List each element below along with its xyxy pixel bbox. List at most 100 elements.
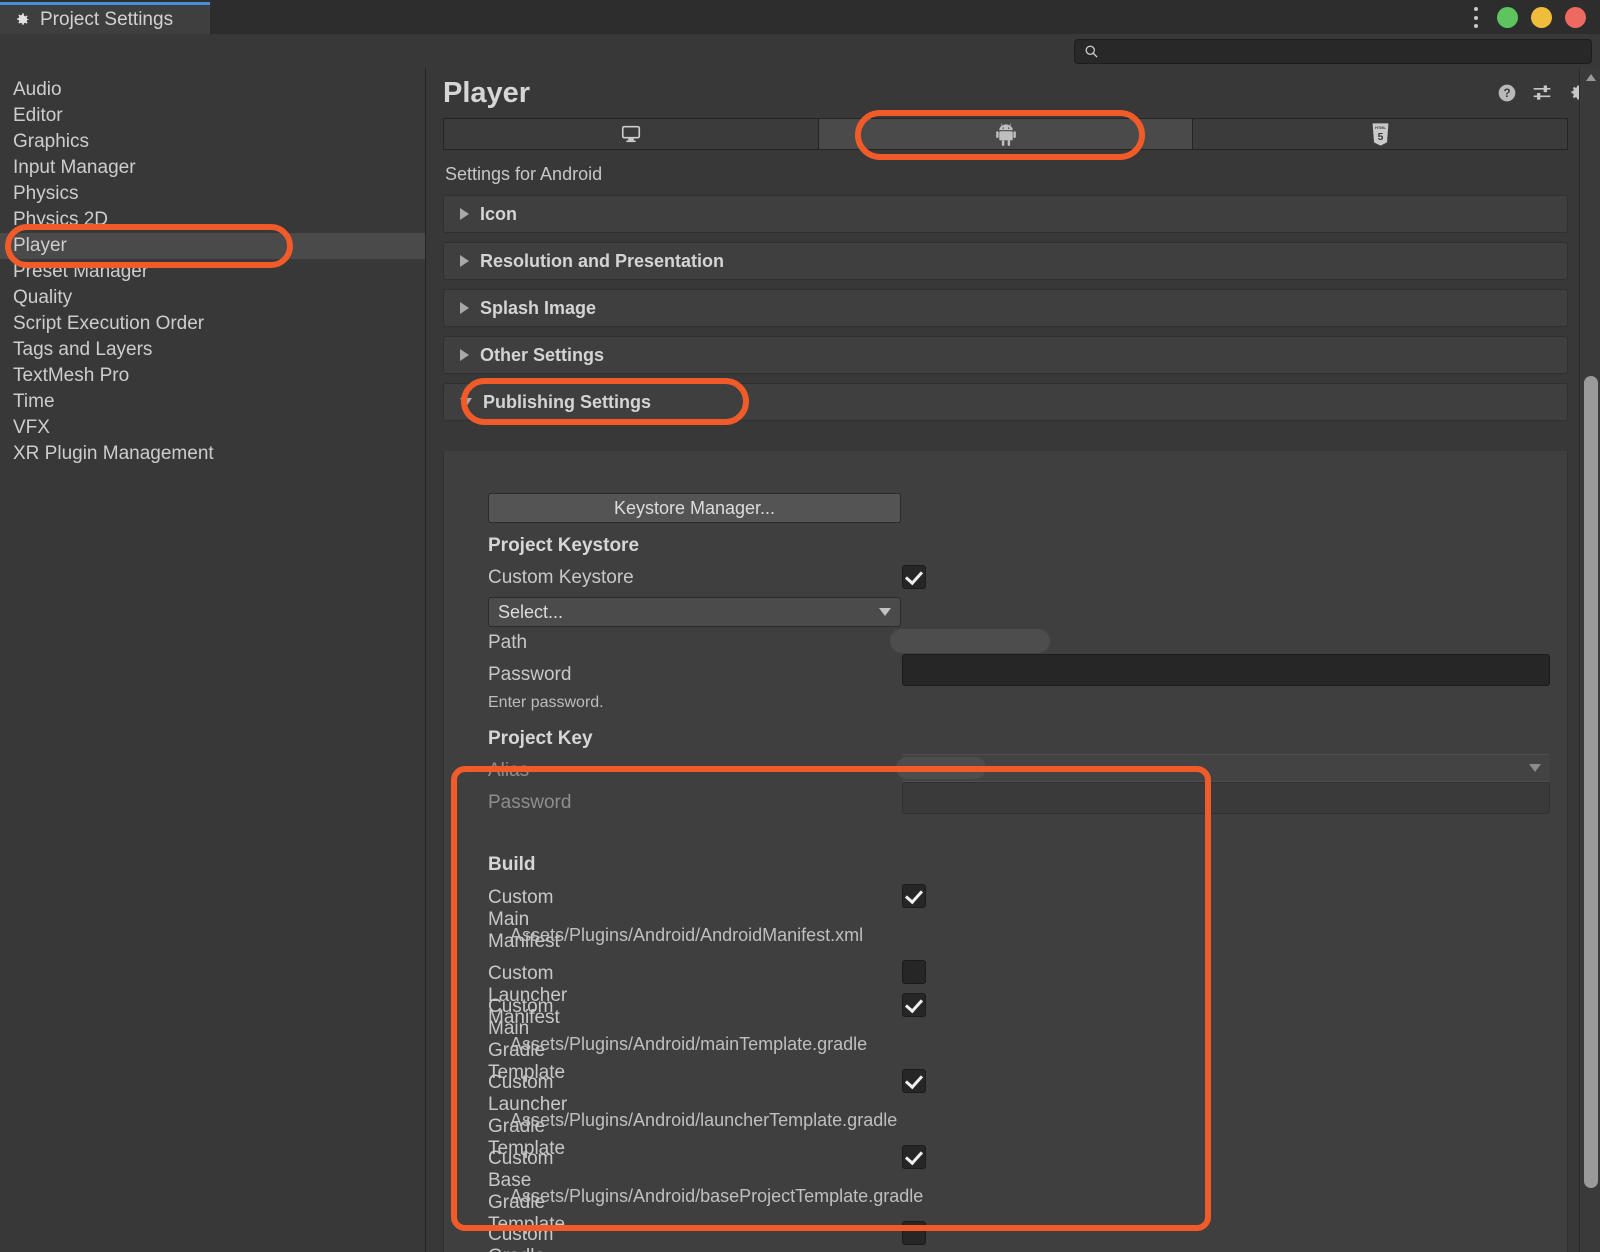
sidebar-item-xr-plugin-management[interactable]: XR Plugin Management	[0, 441, 425, 467]
window-minimize-button[interactable]	[1531, 7, 1552, 28]
key-alias-label: Alias	[488, 760, 530, 781]
sidebar-item-audio[interactable]: Audio	[0, 77, 425, 103]
window-controls	[1473, 7, 1586, 28]
custom-gradle-properties-template-label: Custom Gradle Properties Template	[488, 1224, 554, 1252]
sidebar-item-player[interactable]: Player	[0, 233, 425, 259]
key-alias-value-redacted	[896, 757, 986, 779]
sidebar-item-physics[interactable]: Physics	[0, 181, 425, 207]
sidebar-item-label: Tags and Layers	[13, 339, 153, 360]
custom-base-gradle-template-checkbox[interactable]	[902, 1145, 926, 1169]
window-close-button[interactable]	[1565, 7, 1586, 28]
chevron-down-icon	[1529, 764, 1541, 772]
platform-tab-desktop[interactable]	[444, 119, 819, 149]
settings-sidebar: Audio Editor Graphics Input Manager Phys…	[0, 68, 426, 1252]
password-hint: Enter password.	[488, 694, 604, 711]
keystore-path-label: Path	[488, 632, 528, 653]
settings-for-label: Settings for Android	[445, 164, 603, 184]
project-key-heading: Project Key	[488, 728, 593, 749]
chevron-right-icon	[460, 349, 469, 361]
keystore-select-dropdown[interactable]: Select...	[488, 597, 901, 627]
sidebar-item-vfx[interactable]: VFX	[0, 415, 425, 441]
svg-text:HTML: HTML	[1375, 124, 1387, 129]
custom-launcher-gradle-template-checkbox[interactable]	[902, 1069, 926, 1093]
custom-keystore-label: Custom Keystore	[488, 567, 634, 588]
platform-tab-html5[interactable]: 5 HTML	[1193, 119, 1568, 149]
keystore-path-value-redacted	[890, 629, 1050, 653]
sidebar-item-time[interactable]: Time	[0, 389, 425, 415]
platform-tab-bar: 5 HTML	[443, 118, 1568, 150]
keystore-select-value: Select...	[498, 601, 564, 622]
sidebar-item-input-manager[interactable]: Input Manager	[0, 155, 425, 181]
search-input[interactable]	[1106, 44, 1546, 59]
title-bar: Project Settings	[0, 0, 1600, 34]
sidebar-item-label: Editor	[13, 105, 63, 126]
foldout-icon[interactable]: Icon	[443, 195, 1568, 233]
keystore-password-field[interactable]	[902, 654, 1550, 686]
sidebar-item-editor[interactable]: Editor	[0, 103, 425, 129]
custom-base-gradle-template-path: Assets/Plugins/Android/baseProjectTempla…	[510, 1186, 924, 1206]
keystore-manager-button[interactable]: Keystore Manager...	[488, 493, 901, 523]
custom-main-gradle-template-checkbox[interactable]	[902, 993, 926, 1017]
sidebar-item-label: Input Manager	[13, 157, 136, 178]
svg-text:?: ?	[1503, 87, 1510, 100]
window-tab-label: Project Settings	[40, 8, 174, 30]
html5-icon: 5 HTML	[1372, 122, 1389, 146]
foldout-resolution-and-presentation[interactable]: Resolution and Presentation	[443, 242, 1568, 280]
window-maximize-button[interactable]	[1497, 7, 1518, 28]
foldout-label: Other Settings	[480, 344, 605, 365]
custom-main-manifest-path: Assets/Plugins/Android/AndroidManifest.x…	[510, 925, 864, 945]
more-vertical-icon[interactable]	[1473, 7, 1478, 28]
foldout-label: Splash Image	[480, 297, 597, 318]
custom-gradle-properties-template-checkbox[interactable]	[902, 1221, 926, 1245]
sidebar-item-tags-and-layers[interactable]: Tags and Layers	[0, 337, 425, 363]
sidebar-item-label: Preset Manager	[13, 261, 149, 282]
foldout-other-settings[interactable]: Other Settings	[443, 336, 1568, 374]
scroll-up-arrow-icon[interactable]	[1586, 74, 1596, 81]
window-tab-project-settings[interactable]: Project Settings	[0, 2, 210, 34]
foldout-label: Publishing Settings	[483, 391, 652, 412]
sidebar-item-label: Graphics	[13, 131, 90, 152]
keystore-password-label: Password	[488, 664, 572, 685]
sidebar-item-label: Physics	[13, 183, 79, 204]
foldout-splash-image[interactable]: Splash Image	[443, 289, 1568, 327]
sidebar-item-textmesh-pro[interactable]: TextMesh Pro	[0, 363, 425, 389]
custom-keystore-checkbox[interactable]	[902, 565, 926, 589]
chevron-right-icon	[460, 208, 469, 220]
search-icon	[1085, 45, 1098, 58]
sidebar-item-graphics[interactable]: Graphics	[0, 129, 425, 155]
sidebar-item-label: TextMesh Pro	[13, 365, 130, 386]
gear-icon	[17, 12, 29, 25]
player-settings-panel: Player ? 5 HTML Settings for Android Ico…	[427, 68, 1600, 1252]
sidebar-item-label: Time	[13, 391, 55, 412]
preset-icon[interactable]	[1531, 83, 1553, 103]
sidebar-item-label: VFX	[13, 417, 50, 438]
chevron-down-icon	[460, 397, 472, 407]
key-alias-dropdown[interactable]	[902, 754, 1550, 782]
chevron-right-icon	[460, 302, 469, 314]
custom-main-gradle-template-path: Assets/Plugins/Android/mainTemplate.grad…	[510, 1034, 868, 1054]
sidebar-item-physics-2d[interactable]: Physics 2D	[0, 207, 425, 233]
key-password-field[interactable]	[902, 782, 1550, 814]
chevron-right-icon	[460, 255, 469, 267]
publishing-settings-body: Keystore Manager... Project Keystore Cus…	[443, 451, 1568, 1252]
sidebar-item-label: Audio	[13, 79, 62, 100]
sidebar-item-quality[interactable]: Quality	[0, 285, 425, 311]
sidebar-item-label: Script Execution Order	[13, 313, 205, 334]
scrollbar-thumb[interactable]	[1584, 376, 1598, 1188]
panel-header-icons: ?	[1497, 82, 1588, 103]
custom-launcher-gradle-template-path: Assets/Plugins/Android/launcherTemplate.…	[510, 1110, 898, 1130]
sidebar-item-preset-manager[interactable]: Preset Manager	[0, 259, 425, 285]
key-password-label: Password	[488, 792, 572, 813]
project-keystore-heading: Project Keystore	[488, 535, 640, 556]
sidebar-item-script-execution-order[interactable]: Script Execution Order	[0, 311, 425, 337]
build-heading: Build	[488, 854, 536, 875]
vertical-scrollbar[interactable]	[1579, 68, 1600, 1252]
search-row	[0, 34, 1600, 68]
chevron-down-icon	[879, 608, 891, 616]
platform-tab-android[interactable]	[818, 119, 1194, 149]
search-box[interactable]	[1074, 39, 1592, 64]
help-icon[interactable]: ?	[1497, 83, 1517, 103]
foldout-publishing-settings[interactable]: Publishing Settings	[443, 383, 1568, 421]
custom-main-manifest-checkbox[interactable]	[902, 884, 926, 908]
custom-launcher-manifest-checkbox[interactable]	[902, 960, 926, 984]
